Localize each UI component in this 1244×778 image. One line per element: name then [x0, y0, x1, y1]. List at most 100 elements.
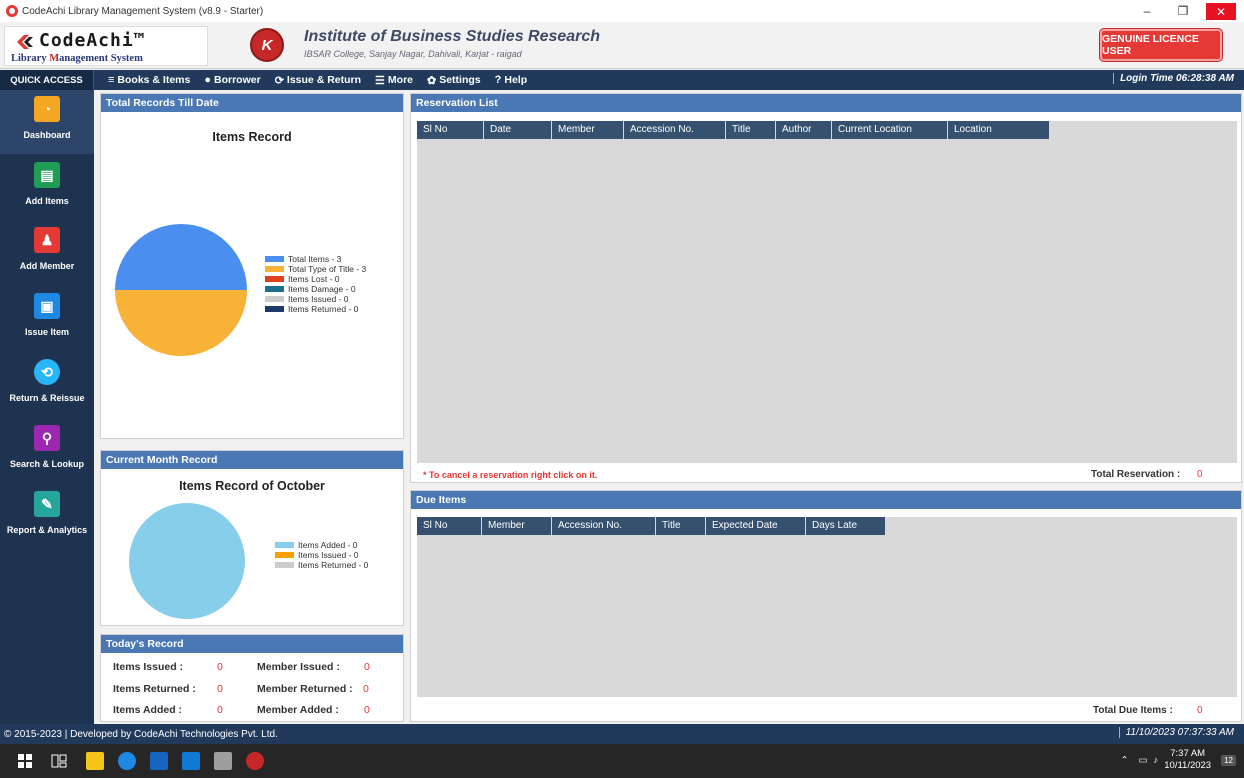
- items-issued-value: 0: [217, 661, 223, 673]
- legend-label: Items Returned - 0: [288, 304, 359, 314]
- column-header[interactable]: Member: [481, 517, 551, 535]
- current-datetime: 11/10/2023 07:37:33 AM: [1118, 727, 1234, 738]
- legend-entry: Items Returned - 0: [275, 560, 368, 570]
- sidebar-item-issue-item[interactable]: ▣ Issue Item: [0, 287, 94, 351]
- reservation-table[interactable]: Sl No Date Member Accession No. Title Au…: [417, 121, 1237, 463]
- legend-label: Items Lost - 0: [288, 274, 340, 284]
- system-tray: ⌃ ▭ ♪ 7:37 AM 10/11/2023 12: [1121, 748, 1236, 772]
- institute-logo: K: [250, 28, 284, 62]
- member-added-label: Member Added :: [257, 704, 339, 716]
- minimize-button[interactable]: –: [1130, 0, 1164, 22]
- close-button[interactable]: ✕: [1206, 3, 1236, 20]
- menu-settings[interactable]: ✿ Settings: [427, 74, 481, 87]
- volume-icon[interactable]: ♪: [1154, 755, 1159, 766]
- legend-swatch: [265, 296, 284, 302]
- column-header[interactable]: Date: [483, 121, 551, 139]
- legend-swatch: [275, 562, 294, 568]
- refresh-icon: ⟳: [274, 74, 284, 87]
- month-record-legend: Items Added - 0 Items Issued - 0 Items Ret…: [275, 540, 368, 570]
- legend-label: Total Items - 3: [288, 254, 342, 264]
- window-title: CodeAchi Library Management System (v8.9…: [22, 5, 264, 17]
- column-header[interactable]: Current Location: [831, 121, 947, 139]
- legend-entry: Items Damage - 0: [265, 284, 366, 294]
- member-added-value: 0: [364, 704, 370, 716]
- codeachi-logo: CodeAchi™ Library Management System: [4, 26, 208, 66]
- legend-label: Items Issued - 0: [298, 550, 359, 560]
- app-icon[interactable]: [214, 752, 232, 770]
- column-header[interactable]: Accession No.: [623, 121, 725, 139]
- legend-swatch: [265, 276, 284, 282]
- maximize-button[interactable]: ❐: [1166, 0, 1200, 22]
- column-header[interactable]: Title: [725, 121, 775, 139]
- list-icon: ☰: [375, 74, 385, 87]
- column-header[interactable]: Location: [947, 121, 1049, 139]
- total-due-items-label: Total Due Items :: [1093, 705, 1173, 716]
- quick-access-label: QUICK ACCESS: [0, 70, 94, 90]
- status-bar: © 2015-2023 | Developed by CodeAchi Tech…: [0, 724, 1244, 744]
- column-header[interactable]: Expected Date: [705, 517, 805, 535]
- sidebar-item-search-lookup[interactable]: ⚲ Search & Lookup: [0, 419, 94, 483]
- items-record-chart-title: Items Record: [212, 130, 292, 144]
- reservation-list-panel: Reservation List Sl No Date Member Acces…: [410, 93, 1242, 483]
- codeachi-taskbar-icon[interactable]: [246, 752, 264, 770]
- sidebar-item-label: Dashboard: [23, 130, 71, 140]
- month-chart-title: Items Record of October: [179, 479, 325, 493]
- edge-browser-icon[interactable]: [118, 752, 136, 770]
- column-header[interactable]: Sl No: [417, 517, 481, 535]
- total-records-header: Total Records Till Date: [101, 94, 403, 112]
- due-items-table[interactable]: Sl No Member Accession No. Title Expecte…: [417, 517, 1237, 697]
- task-view-icon[interactable]: [50, 752, 68, 770]
- sidebar-item-dashboard[interactable]: ◔ Dashboard: [0, 90, 94, 154]
- menu-borrower[interactable]: ● Borrower: [204, 74, 260, 86]
- reservation-cancel-note: * To cancel a reservation right click on…: [423, 470, 598, 480]
- sidebar-item-label: Report & Analytics: [6, 525, 88, 535]
- items-added-value: 0: [217, 704, 223, 716]
- genuine-licence-button[interactable]: GENUINE LICENCE USER: [1100, 29, 1222, 61]
- total-reservation-value: 0: [1197, 469, 1203, 480]
- store-icon[interactable]: [150, 752, 168, 770]
- mail-icon[interactable]: [182, 752, 200, 770]
- legend-swatch: [275, 552, 294, 558]
- menu-help[interactable]: ? Help: [495, 74, 528, 86]
- search-icon: ⚲: [34, 425, 60, 451]
- total-records-panel: Total Records Till Date Items Record Tot…: [100, 93, 404, 439]
- menu-books-items[interactable]: ≡ Books & Items: [108, 74, 190, 86]
- column-header[interactable]: Title: [655, 517, 705, 535]
- legend-swatch: [265, 306, 284, 312]
- member-issued-value: 0: [364, 661, 370, 673]
- legend-entry: Total Items - 3: [265, 254, 366, 264]
- sidebar-item-add-items[interactable]: ▤ Add Items: [0, 156, 94, 220]
- notification-icon[interactable]: 12: [1221, 754, 1236, 766]
- column-header[interactable]: Sl No: [417, 121, 483, 139]
- pie-empty: [129, 503, 245, 619]
- menu-issue-return[interactable]: ⟳ Issue & Return: [275, 74, 361, 87]
- report-icon: ✎: [34, 491, 60, 517]
- chevron-up-icon[interactable]: ⌃: [1121, 755, 1129, 766]
- windows-start-icon[interactable]: [16, 752, 34, 770]
- network-icon[interactable]: ▭: [1139, 755, 1148, 766]
- column-header[interactable]: Days Late: [805, 517, 885, 535]
- column-header[interactable]: Author: [775, 121, 831, 139]
- menu-label: Books & Items: [117, 74, 191, 86]
- logo-subtitle: Library Management System: [11, 53, 143, 64]
- sidebar-item-add-member[interactable]: ♟ Add Member: [0, 221, 94, 285]
- legend-entry: Items Issued - 0: [275, 550, 368, 560]
- month-record-pie-chart: [129, 503, 245, 619]
- legend-label: Items Added - 0: [298, 540, 358, 550]
- legend-entry: Items Issued - 0: [265, 294, 366, 304]
- member-returned-label: Member Returned :: [257, 683, 353, 695]
- legend-entry: Total Type of Title - 3: [265, 264, 366, 274]
- system-clock[interactable]: 7:37 AM 10/11/2023: [1164, 748, 1211, 772]
- sidebar-item-return-reissue[interactable]: ⟲ Return & Reissue: [0, 353, 94, 417]
- reservation-table-header: Sl No Date Member Accession No. Title Au…: [417, 121, 1049, 139]
- column-header[interactable]: Member: [551, 121, 623, 139]
- menu-label: Borrower: [214, 74, 261, 86]
- institute-address: IBSAR College, Sanjay Nagar, Dahivali, K…: [304, 49, 522, 59]
- legend-entry: Items Returned - 0: [265, 304, 366, 314]
- due-items-header: Due Items: [411, 491, 1241, 509]
- column-header[interactable]: Accession No.: [551, 517, 655, 535]
- file-explorer-icon[interactable]: [86, 752, 104, 770]
- sidebar-item-report-analytics[interactable]: ✎ Report & Analytics: [0, 485, 94, 549]
- issue-icon: ▣: [34, 293, 60, 319]
- menu-more[interactable]: ☰ More: [375, 74, 413, 87]
